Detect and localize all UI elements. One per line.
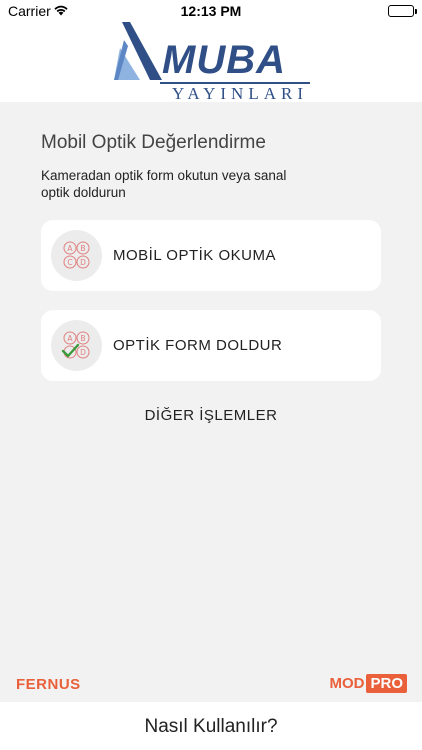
other-actions-button[interactable]: DİĞER İŞLEMLER (0, 407, 422, 424)
header: MUBA YAYINLARI (0, 22, 422, 103)
page-subtitle: Kameradan optik form okutun veya sanal o… (41, 168, 287, 200)
svg-text:A: A (67, 244, 73, 253)
footer: Nasıl Kullanılır? (0, 702, 422, 750)
how-to-use-button[interactable]: Nasıl Kullanılır? (0, 716, 422, 738)
muba-logo: MUBA YAYINLARI (110, 22, 315, 103)
fernus-logo: FERNUS (16, 676, 81, 693)
svg-text:D: D (80, 258, 86, 267)
svg-text:B: B (80, 244, 85, 253)
answer-bubbles-icon: AB CD (51, 230, 102, 281)
modpro-logo: MOD PRO (329, 674, 407, 693)
fill-optic-form-label: OPTİK FORM DOLDUR (113, 337, 283, 354)
mobile-optic-read-label: MOBİL OPTİK OKUMA (113, 247, 276, 264)
modpro-logo-mod: MOD (329, 675, 365, 692)
clock: 12:13 PM (180, 3, 242, 19)
mobile-optic-read-button[interactable]: AB CD MOBİL OPTİK OKUMA (41, 220, 381, 291)
svg-text:B: B (80, 334, 85, 343)
logo-mark-icon (114, 22, 162, 80)
answer-bubbles-check-icon: AB D (51, 320, 102, 371)
modpro-logo-pro: PRO (366, 674, 407, 693)
logo-sub: YAYINLARI (172, 84, 308, 103)
main-panel: Mobil Optik Değerlendirme Kameradan opti… (0, 102, 422, 702)
status-bar: Carrier 12:13 PM (0, 0, 422, 22)
svg-text:A: A (67, 334, 73, 343)
page-title: Mobil Optik Değerlendirme (41, 132, 266, 153)
svg-text:D: D (80, 348, 86, 357)
fill-optic-form-button[interactable]: AB D OPTİK FORM DOLDUR (41, 310, 381, 381)
svg-text:C: C (67, 258, 72, 267)
battery-icon (388, 5, 417, 17)
logo-name: MUBA (162, 38, 286, 82)
